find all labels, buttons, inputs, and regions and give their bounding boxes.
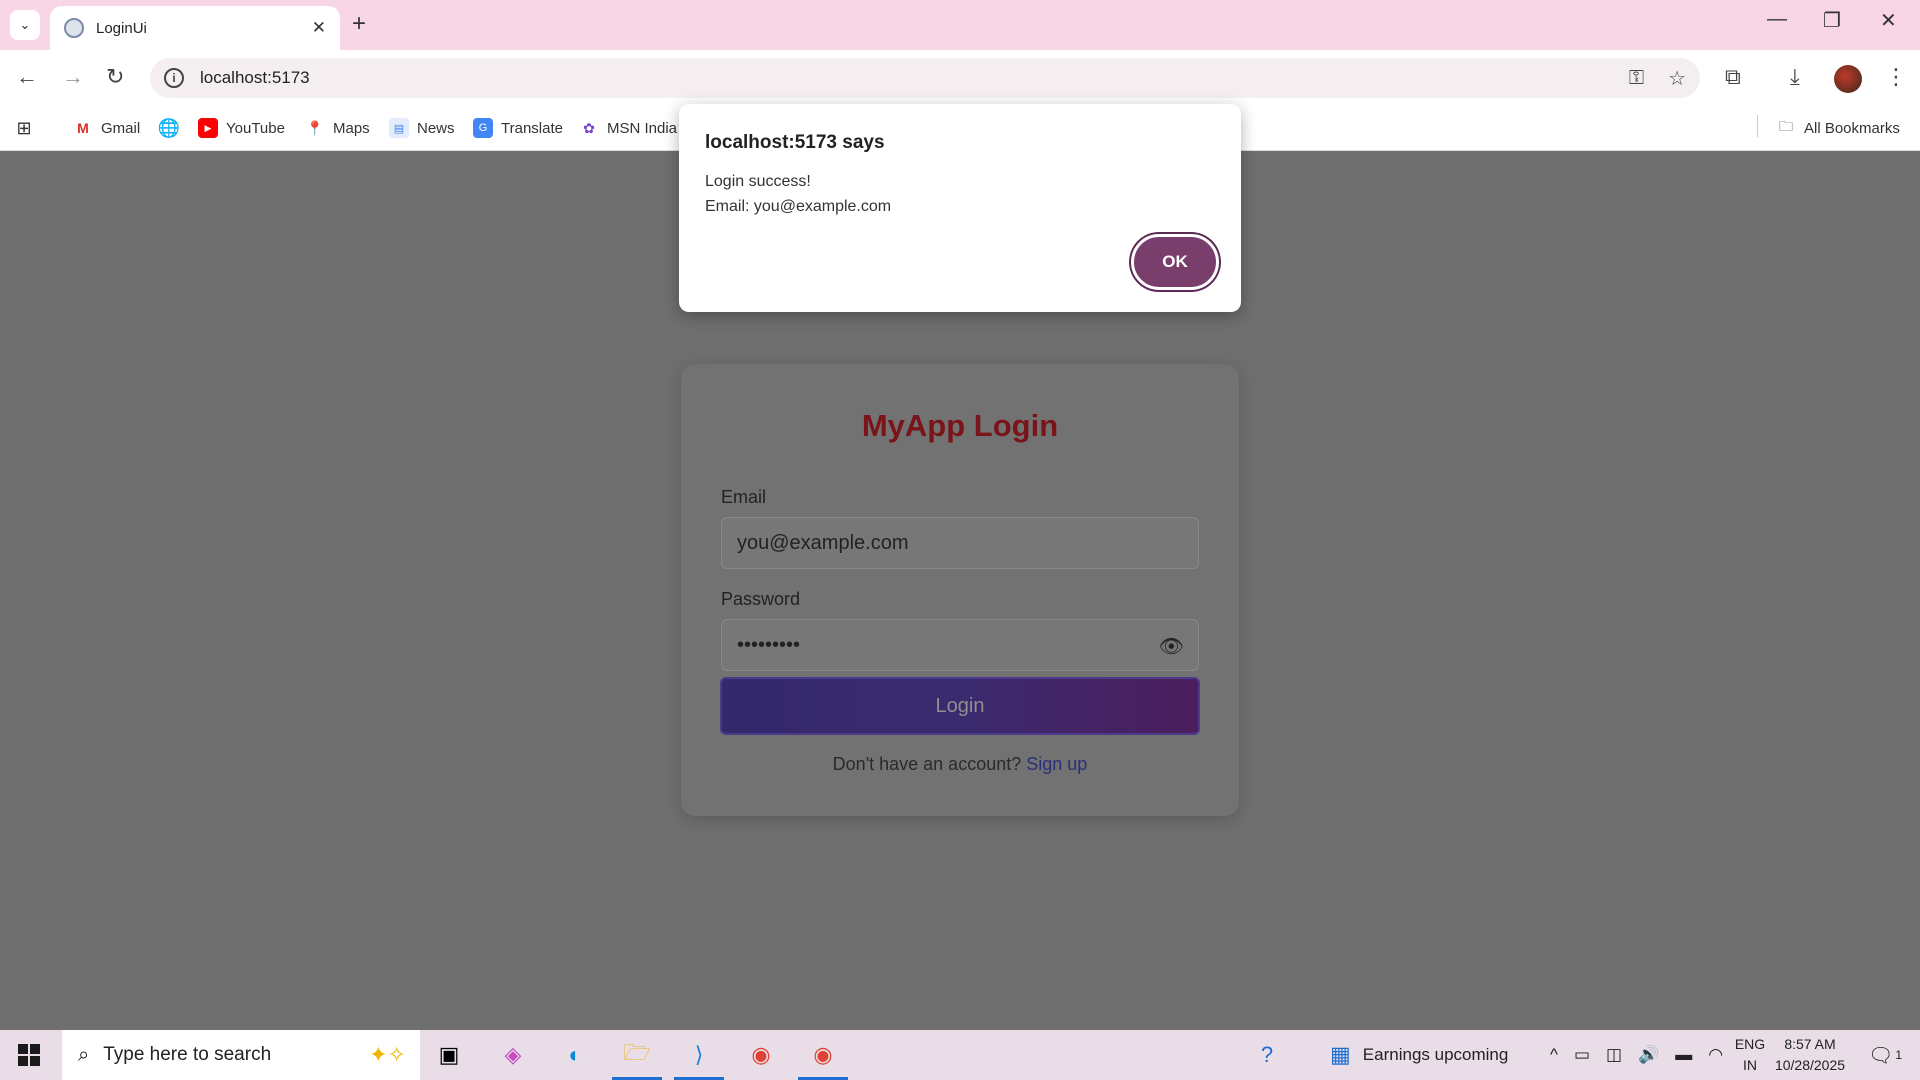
tab-search-chevron-icon[interactable]: ⌄ bbox=[10, 10, 40, 40]
widget-earnings[interactable]: ▦ Earnings upcoming bbox=[1330, 1030, 1508, 1080]
dialog-title: localhost:5173 says bbox=[705, 132, 885, 153]
bookmark-msn[interactable]: ✿ MSN India bbox=[579, 118, 677, 138]
search-placeholder: Type here to search bbox=[103, 1044, 272, 1065]
file-explorer-icon[interactable]: 🗁 bbox=[612, 1038, 662, 1080]
youtube-icon: ▶ bbox=[198, 118, 218, 138]
bookmarks-divider bbox=[1757, 115, 1758, 137]
signup-prompt: Don't have an account? bbox=[832, 754, 1022, 774]
signup-link[interactable]: Sign up bbox=[1026, 754, 1087, 774]
show-password-eye-icon[interactable]: 👁 bbox=[1159, 634, 1184, 659]
copilot-icon[interactable]: ◈ bbox=[496, 1038, 530, 1072]
login-button[interactable]: Login bbox=[720, 677, 1200, 735]
page-title: MyApp Login bbox=[861, 408, 1059, 443]
extensions-puzzle-icon[interactable]: ⧉ bbox=[1725, 64, 1741, 90]
new-tab-plus-icon[interactable]: + bbox=[352, 10, 366, 38]
profile-avatar[interactable] bbox=[1834, 65, 1862, 93]
email-label: Email bbox=[721, 487, 767, 507]
bookmark-star-icon[interactable]: ☆ bbox=[1668, 66, 1686, 91]
forward-arrow-icon[interactable]: → bbox=[62, 64, 84, 90]
bookmark-youtube[interactable]: ▶ YouTube bbox=[198, 118, 285, 138]
signup-row: Don't have an account? Sign up bbox=[681, 754, 1239, 775]
browser-toolbar: ← → ↻ i localhost:5173 ⚿ ☆ ⧉ ⤓ ⋮ bbox=[0, 50, 1920, 106]
gmail-icon: M bbox=[77, 120, 89, 136]
back-arrow-icon[interactable]: ← bbox=[16, 64, 38, 90]
password-label: Password bbox=[721, 589, 801, 609]
tray-app-icon[interactable]: ▭ bbox=[1574, 1045, 1590, 1065]
wifi-icon[interactable]: ◠ bbox=[1708, 1045, 1723, 1065]
download-icon[interactable]: ⤓ bbox=[1790, 64, 1800, 90]
notification-center[interactable]: 🗨 1 bbox=[1868, 1030, 1902, 1080]
bookmark-translate[interactable]: G Translate bbox=[473, 118, 563, 138]
notification-count: 1 bbox=[1895, 1048, 1903, 1062]
close-window-icon[interactable]: ✕ bbox=[1880, 8, 1897, 33]
login-card: MyApp Login Email you@example.com Passwo… bbox=[681, 364, 1239, 816]
bookmark-globe[interactable]: 🌐 bbox=[157, 117, 187, 138]
bookmark-news[interactable]: ▤ News bbox=[389, 118, 455, 138]
password-key-icon[interactable]: ⚿ bbox=[1629, 67, 1644, 90]
battery-icon[interactable]: ▬ bbox=[1675, 1045, 1692, 1065]
task-view-icon[interactable]: ▣ bbox=[432, 1038, 466, 1072]
dialog-message-line1: Login success! bbox=[705, 173, 811, 190]
search-icon: ⌕ bbox=[78, 1043, 90, 1066]
alert-dialog: localhost:5173 says Login success! Email… bbox=[679, 104, 1241, 312]
reload-icon[interactable]: ↻ bbox=[106, 64, 124, 90]
stocks-icon: ▦ bbox=[1330, 1042, 1351, 1067]
news-icon: ▤ bbox=[389, 118, 409, 138]
translate-icon: G bbox=[473, 118, 493, 138]
vscode-icon[interactable]: ⟩ bbox=[674, 1038, 724, 1080]
bookmark-maps[interactable]: 📍 Maps bbox=[305, 118, 369, 138]
apps-grid-icon[interactable]: ⊞ bbox=[14, 118, 42, 138]
email-value: you@example.com bbox=[737, 531, 909, 554]
restore-icon[interactable]: ❐ bbox=[1823, 8, 1841, 33]
clock[interactable]: 8:57 AM 10/28/2025 bbox=[1770, 1034, 1850, 1076]
dialog-message-line2: Email: you@example.com bbox=[705, 198, 892, 215]
windows-start-icon[interactable] bbox=[18, 1044, 40, 1066]
tab-strip: ⌄ LoginUi ✕ + — ❐ ✕ bbox=[0, 0, 1920, 50]
address-bar[interactable]: i localhost:5173 ⚿ ☆ bbox=[150, 58, 1700, 98]
tab-loginui[interactable]: LoginUi ✕ bbox=[50, 6, 340, 50]
notification-icon: 🗨 bbox=[1868, 1044, 1894, 1067]
site-info-icon[interactable]: i bbox=[164, 68, 184, 88]
help-icon[interactable]: ? bbox=[1250, 1038, 1284, 1072]
bookmark-gmail[interactable]: M Gmail bbox=[73, 118, 140, 138]
password-value: ••••••••• bbox=[737, 633, 801, 656]
copilot-sparkle-icon: ✦✧ bbox=[369, 1042, 406, 1067]
minimize-icon[interactable]: — bbox=[1767, 8, 1787, 31]
tray-chevron-icon[interactable]: ^ bbox=[1550, 1045, 1558, 1065]
url-text[interactable]: localhost:5173 bbox=[200, 68, 1605, 88]
tab-close-icon[interactable]: ✕ bbox=[312, 18, 326, 38]
folder-icon: 🗀 bbox=[1779, 118, 1793, 134]
system-tray: ^ ▭ ◫ 🔊 ▬ ◠ bbox=[1550, 1030, 1723, 1080]
chrome-profile-icon[interactable]: ◉ bbox=[798, 1038, 848, 1080]
maps-pin-icon: 📍 bbox=[306, 119, 324, 136]
meet-icon[interactable]: ◫ bbox=[1606, 1045, 1622, 1065]
chrome-icon[interactable]: ◉ bbox=[744, 1038, 778, 1072]
language-indicator[interactable]: ENG IN bbox=[1730, 1034, 1770, 1076]
tab-title: LoginUi bbox=[96, 19, 147, 37]
menu-kebab-icon[interactable]: ⋮ bbox=[1885, 64, 1907, 90]
globe-icon: 🌐 bbox=[157, 117, 181, 138]
tab-favicon-icon bbox=[64, 18, 84, 38]
taskbar-search[interactable]: ⌕ Type here to search ✦✧ bbox=[62, 1030, 420, 1080]
password-field[interactable]: ••••••••• 👁 bbox=[721, 619, 1199, 671]
volume-icon[interactable]: 🔊 bbox=[1638, 1045, 1659, 1065]
msn-butterfly-icon: ✿ bbox=[583, 119, 595, 136]
taskbar: ⌕ Type here to search ✦✧ ▣ ◈ ◐ 🗁 ⟩ ◉ ◉ ?… bbox=[0, 1030, 1920, 1080]
all-bookmarks[interactable]: 🗀 All Bookmarks bbox=[1776, 118, 1900, 138]
edge-icon[interactable]: ◐ bbox=[558, 1038, 592, 1072]
email-field[interactable]: you@example.com bbox=[721, 517, 1199, 569]
ok-button[interactable]: OK bbox=[1131, 234, 1219, 290]
